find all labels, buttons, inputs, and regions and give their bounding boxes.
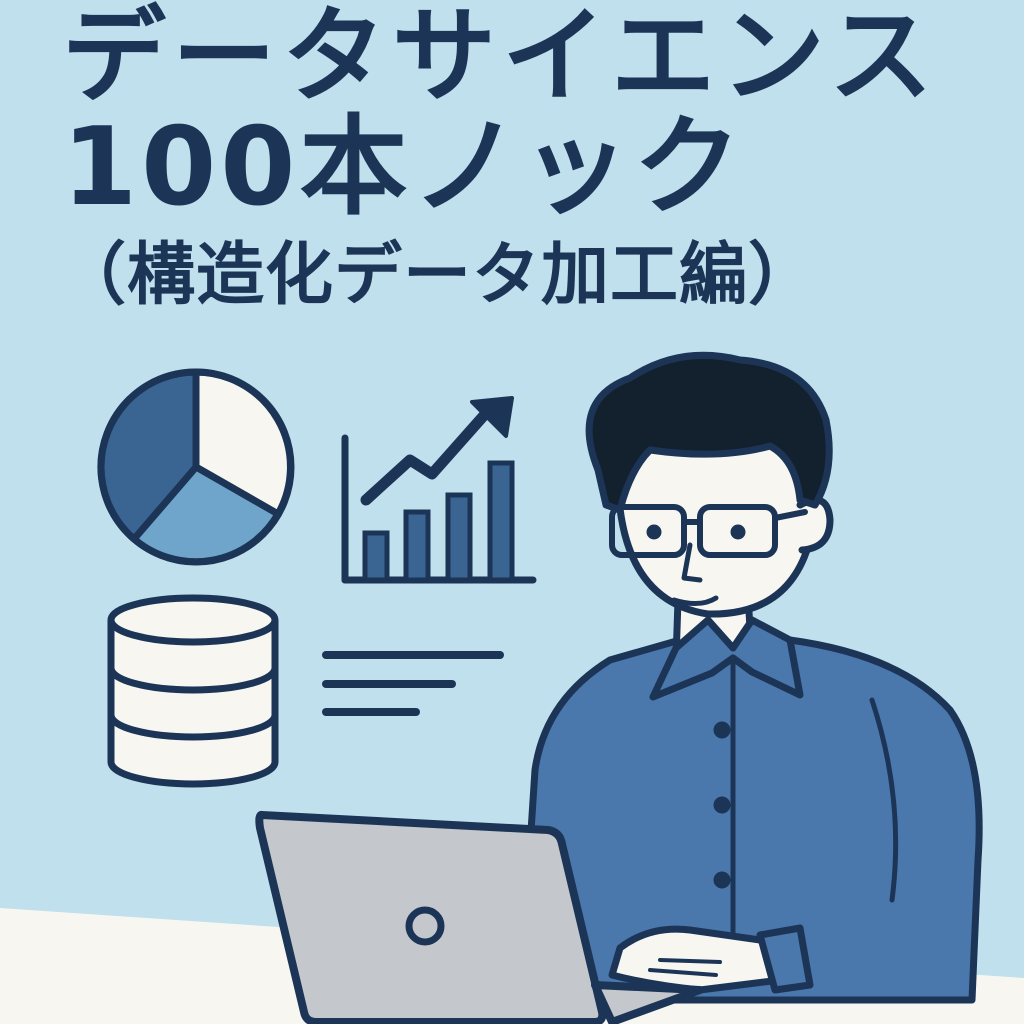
text-lines-icon <box>322 651 504 716</box>
database-icon <box>107 594 279 788</box>
pie-chart-icon <box>97 368 295 566</box>
book-cover: データサイエンス 100本ノック （構造化データ加工編） <box>0 0 1024 1024</box>
cover-illustration <box>0 351 1024 1024</box>
laptop-logo <box>405 906 445 946</box>
person-figure <box>516 351 983 1004</box>
